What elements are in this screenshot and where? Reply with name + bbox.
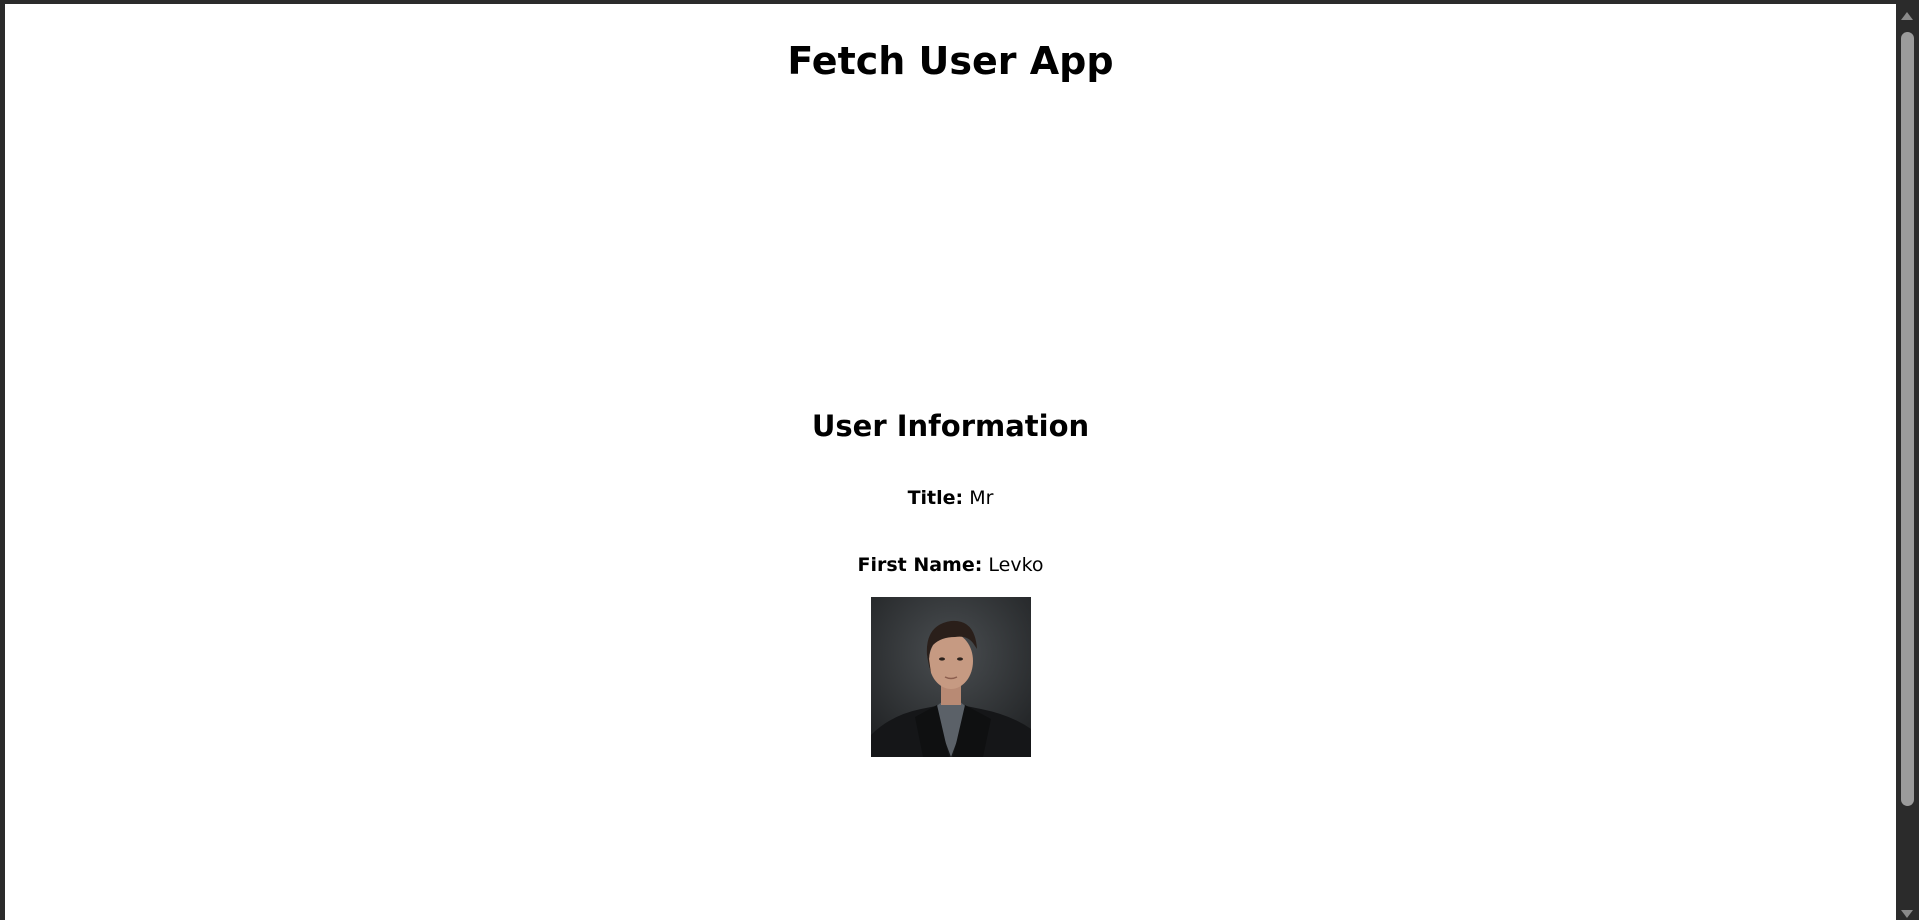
page-title: Fetch User App <box>787 39 1114 83</box>
user-photo <box>870 597 1031 757</box>
user-title-label: Title: <box>907 487 964 509</box>
user-first-name-field: First Name: Levko <box>5 552 1896 578</box>
browser-viewport: Fetch User App User Information Title: M… <box>5 4 1896 920</box>
scroll-up-arrow-icon[interactable] <box>1901 12 1913 20</box>
user-title-value: Mr <box>969 487 994 509</box>
scroll-down-arrow-icon[interactable] <box>1901 910 1913 918</box>
scrollbar-thumb[interactable] <box>1901 32 1914 806</box>
user-title-field: Title: Mr <box>5 485 1896 511</box>
vertical-scrollbar[interactable] <box>1896 4 1919 920</box>
user-first-name-label: First Name: <box>857 554 983 576</box>
user-information-heading: User Information <box>811 409 1090 443</box>
user-information-section: User Information Title: Mr First Name: L… <box>5 406 1896 757</box>
user-first-name-value: Levko <box>988 554 1044 576</box>
